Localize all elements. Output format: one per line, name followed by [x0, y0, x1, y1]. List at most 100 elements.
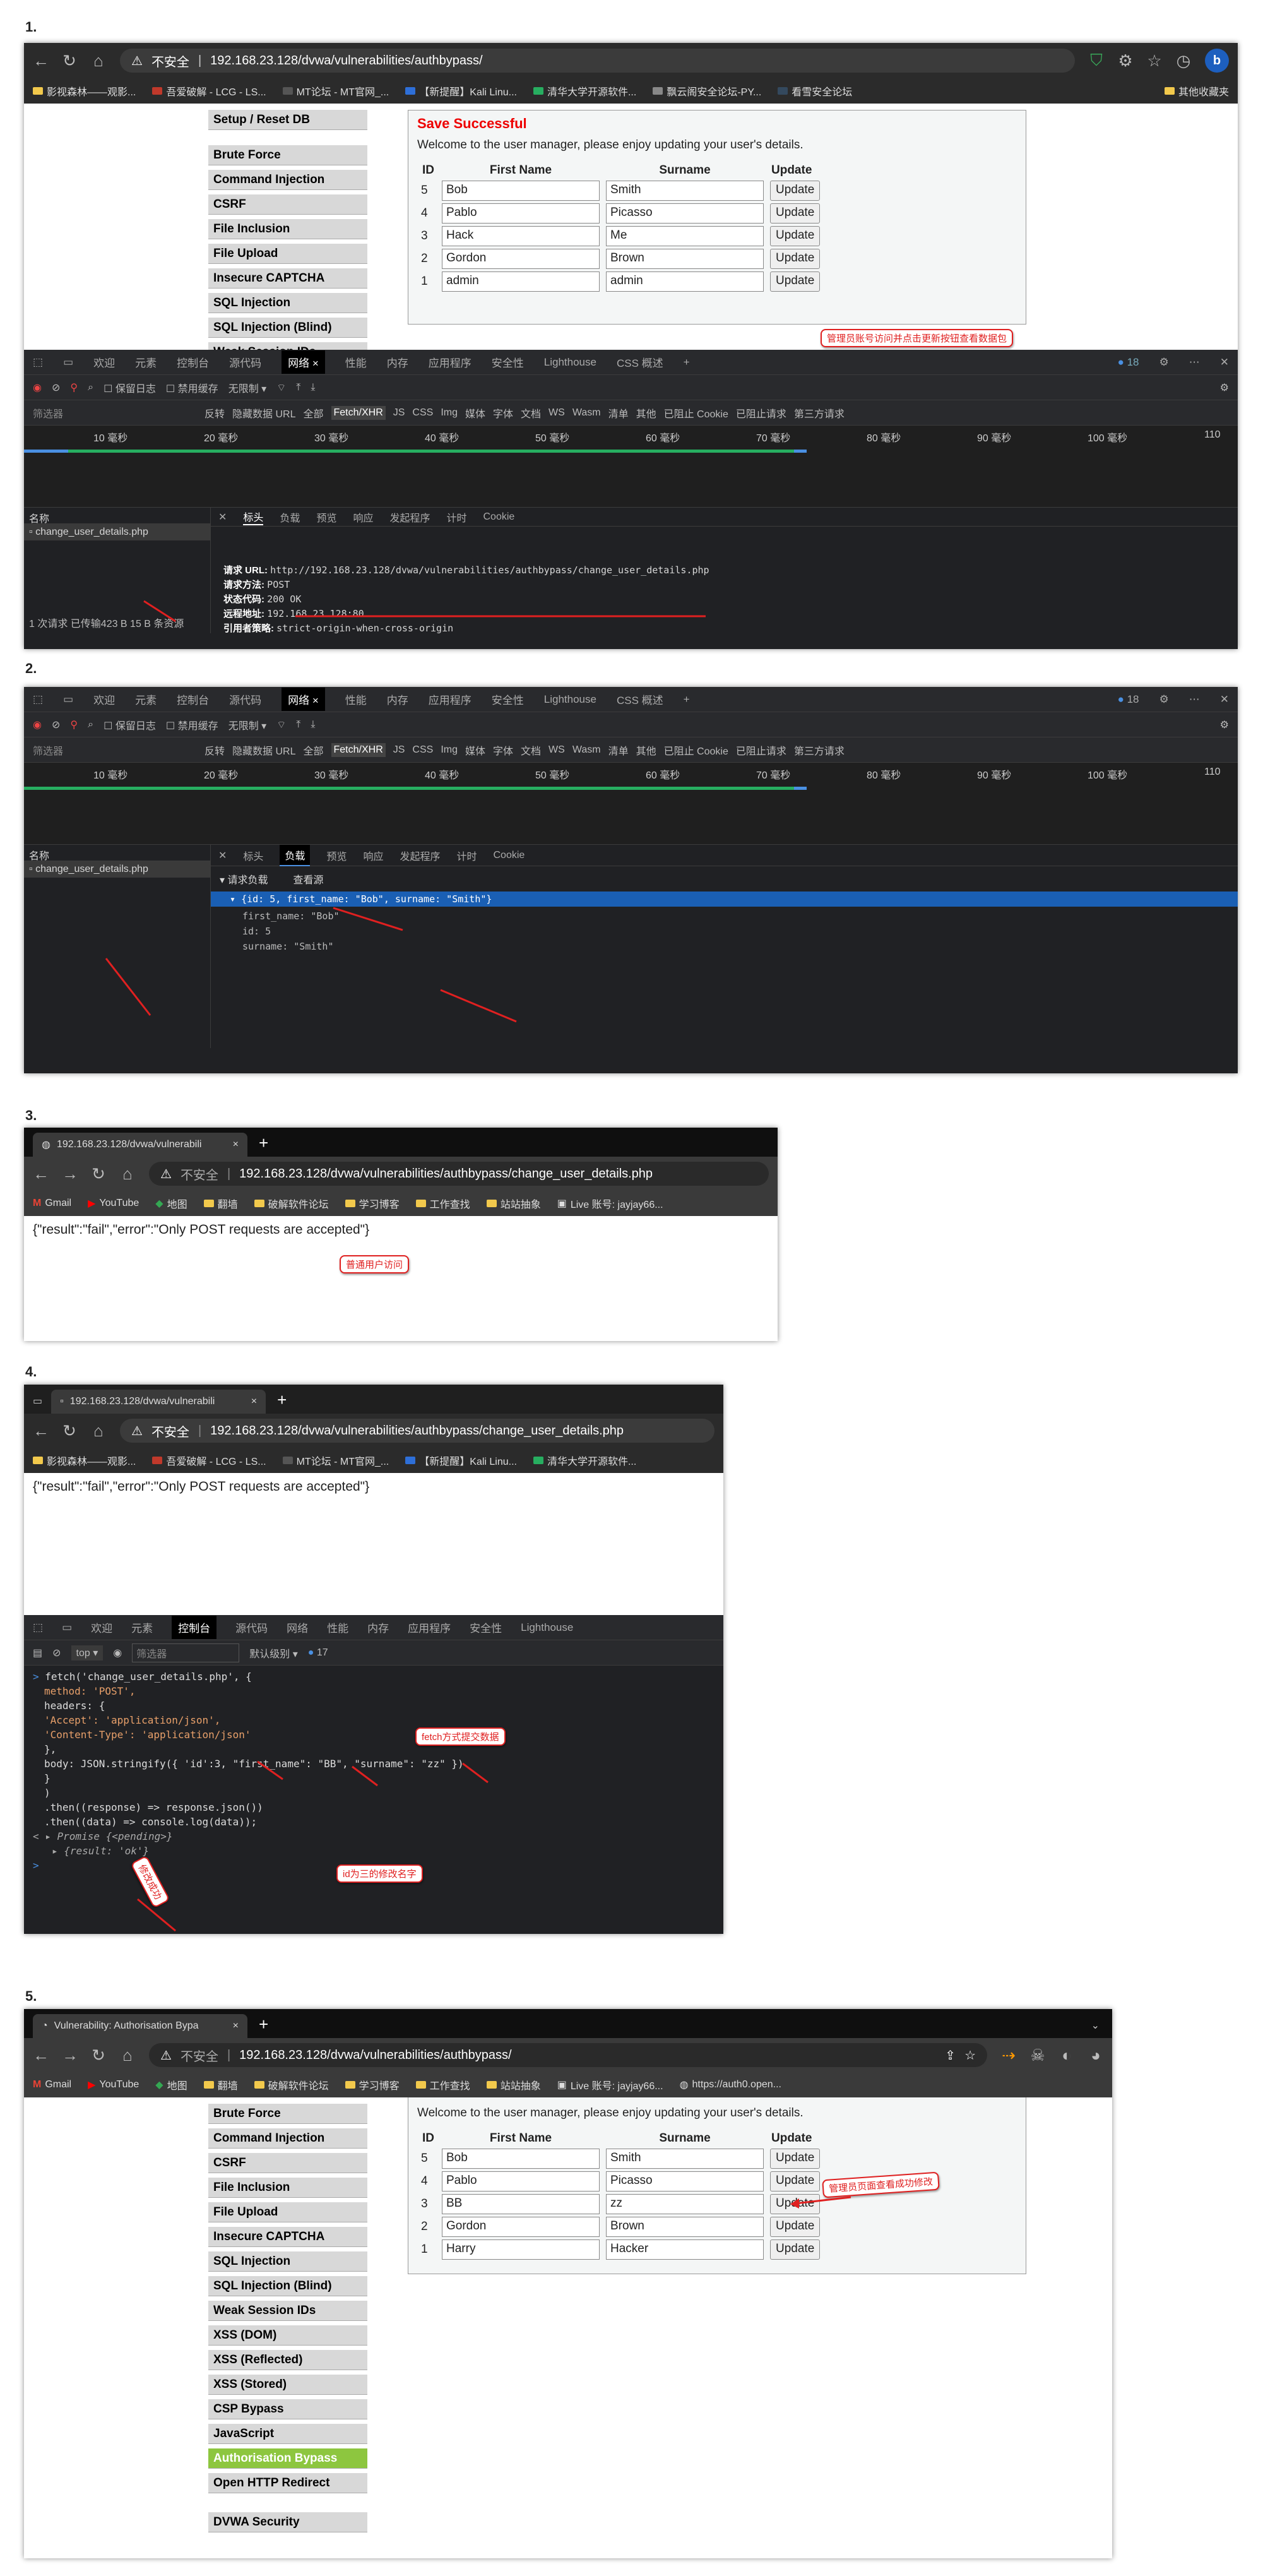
detail-tab[interactable]: 计时 — [446, 510, 466, 525]
menu-item[interactable]: XSS (DOM) — [208, 2325, 367, 2346]
download-icon[interactable]: ⤓ — [311, 382, 315, 393]
filter-chip[interactable]: 已阻止 Cookie — [664, 405, 728, 420]
filter-input[interactable]: 筛选器 — [33, 405, 197, 420]
bookmark-folder[interactable]: 破解软件论坛 — [254, 2077, 329, 2092]
filter-chip[interactable]: 反转 — [205, 742, 225, 758]
bookmark-live[interactable]: ▣ Live 账号: jayjay66... — [557, 2077, 663, 2092]
home-icon[interactable]: ⌂ — [91, 1421, 106, 1441]
back-icon[interactable]: ← — [33, 51, 49, 71]
dt-tab[interactable]: 应用程序 — [429, 354, 471, 370]
menu-item[interactable]: Open HTTP Redirect — [208, 2473, 367, 2493]
surname-field[interactable]: Brown — [606, 249, 764, 269]
extension-icon[interactable]: ◐ — [1059, 2046, 1074, 2065]
shield-icon[interactable]: ⛉ — [1089, 51, 1104, 71]
clear-icon[interactable]: ⊘ — [52, 381, 60, 394]
surname-field[interactable]: Picasso — [606, 203, 764, 224]
first-name-field[interactable]: Hack — [442, 226, 600, 246]
url-field[interactable]: ⚠ 不安全 | 192.168.23.128/dvwa/vulnerabilit… — [120, 1419, 715, 1443]
close-tab-icon[interactable]: × — [233, 1139, 239, 1150]
filter-chip[interactable]: 已阻止请求 — [736, 405, 786, 420]
update-button[interactable]: Update — [770, 226, 821, 246]
back-icon[interactable]: ← — [33, 2046, 49, 2065]
surname-field[interactable]: Smith — [606, 181, 764, 201]
issues-badge[interactable]: ● 18 — [1118, 356, 1139, 369]
bookmark-youtube[interactable]: ▶ YouTube — [88, 1197, 139, 1210]
first-name-field[interactable]: Harry — [442, 2239, 600, 2260]
bookmark-folder[interactable]: 站站抽象 — [486, 1196, 541, 1211]
menu-item[interactable]: File Upload — [208, 2202, 367, 2222]
profile-icon[interactable]: ◕ — [1088, 2046, 1103, 2065]
dt-tab[interactable]: 性能 — [345, 691, 367, 707]
menu-item[interactable]: SQL Injection (Blind) — [208, 2276, 367, 2296]
home-icon[interactable]: ⌂ — [120, 1164, 135, 1184]
browser-tab[interactable]: ▫ 192.168.23.128/dvwa/vulnerabili × — [51, 1390, 266, 1414]
reload-icon[interactable]: ↻ — [91, 2046, 106, 2065]
bookmark-folder[interactable]: 翻墙 — [203, 1196, 238, 1211]
download-icon[interactable]: ⤓ — [311, 719, 315, 730]
surname-field[interactable]: admin — [606, 271, 764, 292]
bookmark-folder[interactable]: 工作查找 — [415, 1196, 470, 1211]
filter-chip[interactable]: 隐藏数据 URL — [232, 405, 295, 420]
update-button[interactable]: Update — [770, 203, 821, 224]
filter-chip[interactable]: 文档 — [521, 742, 541, 758]
forward-icon[interactable]: → — [62, 1164, 78, 1184]
new-tab-icon[interactable]: + — [259, 2015, 268, 2034]
dt-tab[interactable]: 元素 — [135, 354, 157, 370]
upload-icon[interactable]: ⤒ — [296, 382, 300, 393]
menu-item[interactable]: SQL Injection (Blind) — [208, 318, 367, 338]
filter-chip[interactable]: 全部 — [303, 405, 323, 420]
filter-icon[interactable]: ⚲ — [70, 381, 78, 394]
filter-chip[interactable]: 字体 — [493, 742, 513, 758]
first-name-field[interactable]: Gordon — [442, 249, 600, 269]
forward-icon[interactable]: → — [62, 2046, 78, 2065]
bookmark-item[interactable]: 【新提醒】Kali Linu... — [405, 83, 517, 98]
throttle-select[interactable]: 无限制 ▾ — [228, 380, 267, 395]
history-icon[interactable]: ◷ — [1176, 51, 1191, 71]
menu-item[interactable]: Weak Session IDs — [208, 342, 367, 350]
dt-tab[interactable]: Lighthouse — [544, 356, 596, 369]
dt-tab-network[interactable]: 网络 × — [282, 350, 325, 374]
close-detail-icon[interactable]: ✕ — [218, 511, 227, 523]
close-icon[interactable]: ✕ — [1220, 356, 1229, 369]
filter-chip[interactable]: CSS — [412, 744, 433, 756]
detail-tab[interactable]: Cookie — [483, 511, 515, 523]
bookmark-folder[interactable]: 站站抽象 — [486, 2077, 541, 2092]
filter-chip[interactable]: Fetch/XHR — [331, 742, 386, 757]
update-button[interactable]: Update — [770, 249, 821, 269]
menu-item[interactable]: Command Injection — [208, 2128, 367, 2149]
disable-cache[interactable]: ☐ 禁用缓存 — [166, 380, 218, 395]
bookmark-item[interactable]: 清华大学开源软件... — [533, 1453, 636, 1468]
dt-tab[interactable]: 安全性 — [492, 354, 524, 370]
settings-icon[interactable]: ⚙ — [1220, 719, 1229, 731]
bookmark-folder[interactable]: 工作查找 — [415, 2077, 470, 2092]
surname-field[interactable]: Picasso — [606, 2171, 764, 2191]
bookmark-item[interactable]: MT论坛 - MT官网_... — [282, 83, 389, 98]
menu-item[interactable]: Insecure CAPTCHA — [208, 268, 367, 289]
preserve-log[interactable]: ☐ 保留日志 — [104, 717, 156, 732]
add-tab-icon[interactable]: + — [684, 356, 690, 369]
settings-icon[interactable]: ⚙ — [1159, 693, 1169, 706]
menu-item[interactable]: Insecure CAPTCHA — [208, 2227, 367, 2247]
update-button[interactable]: Update — [770, 271, 821, 292]
menu-item[interactable]: JavaScript — [208, 2424, 367, 2444]
filter-chip[interactable]: 字体 — [493, 405, 513, 420]
filter-chip[interactable]: 已阻止 Cookie — [664, 742, 728, 758]
menu-item[interactable]: Brute Force — [208, 145, 367, 165]
filter-chip[interactable]: 已阻止请求 — [736, 742, 786, 758]
filter-input[interactable]: 筛选器 — [33, 742, 197, 758]
close-tab-icon[interactable]: × — [233, 2020, 239, 2032]
bookmark-folder[interactable]: 翻墙 — [203, 2077, 238, 2092]
upload-icon[interactable]: ⤒ — [296, 719, 300, 730]
dt-tab[interactable]: 控制台 — [177, 691, 209, 707]
bookmark-item[interactable]: MT论坛 - MT官网_... — [282, 1453, 389, 1468]
wifi-icon[interactable]: ⌔ — [276, 381, 286, 394]
bookmark-gmail[interactable]: M Gmail — [33, 1198, 71, 1209]
record-icon[interactable]: ◉ — [33, 719, 42, 731]
reload-icon[interactable]: ↻ — [62, 51, 77, 71]
bookmark-item[interactable]: 【新提醒】Kali Linu... — [405, 1453, 517, 1468]
menu-item[interactable]: SQL Injection — [208, 293, 367, 313]
bookmark-live[interactable]: ▣ Live 账号: jayjay66... — [557, 1196, 663, 1211]
filter-chip[interactable]: 文档 — [521, 405, 541, 420]
dt-tab[interactable]: CSS 概述 — [617, 354, 663, 370]
preserve-log[interactable]: ☐ 保留日志 — [104, 380, 156, 395]
